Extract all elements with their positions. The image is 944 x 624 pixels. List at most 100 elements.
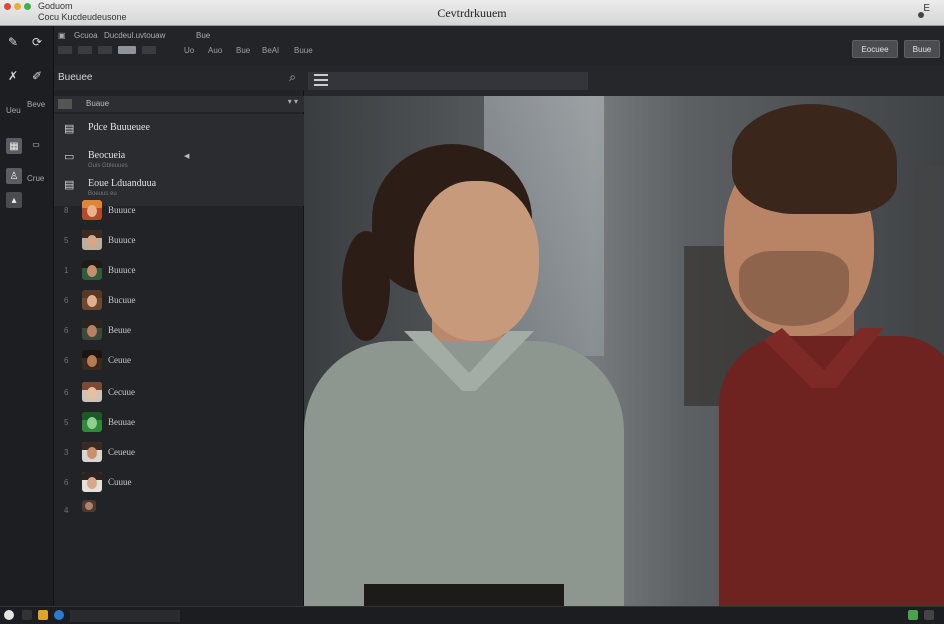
- tool-slot-active[interactable]: [118, 46, 136, 54]
- characters-panel: Bueuee ⌕ Buaue ▾ ▾ ▤ Pdce Buuueuee ▭ Beo…: [54, 66, 304, 606]
- settings-icon[interactable]: [924, 610, 934, 620]
- rail-label: Beve: [27, 100, 46, 109]
- tool-slot[interactable]: [58, 46, 72, 54]
- info-icon[interactable]: [4, 610, 14, 620]
- folder-icon[interactable]: [38, 610, 48, 620]
- warning-icon[interactable]: [22, 610, 32, 620]
- tool-slot[interactable]: [98, 46, 112, 54]
- filter-label: Buaue: [86, 99, 110, 108]
- list-icon: ▤: [64, 179, 75, 191]
- sub-menu-item[interactable]: Auo: [208, 46, 222, 55]
- brush-icon[interactable]: ✎: [4, 34, 22, 50]
- character-name: Beuuae: [108, 417, 135, 427]
- window-title: Cevtrdrkuuem: [437, 6, 507, 20]
- header-button-primary[interactable]: Eocuee: [852, 40, 898, 58]
- row-number: 5: [64, 236, 69, 245]
- pen-icon[interactable]: ✗: [4, 68, 22, 84]
- viewer-toolbar: [304, 66, 944, 96]
- menu-item[interactable]: Gcuoa: [74, 31, 98, 40]
- woman-belt: [364, 584, 564, 606]
- search-icon[interactable]: ⌕: [289, 70, 296, 85]
- character-row[interactable]: 6 Cecuue: [54, 382, 304, 412]
- document-icon: ▤: [64, 123, 75, 135]
- menu-bar: ▣ Gcuoa Ducdeul.uvtouaw Bue Uo Auo Bue B…: [54, 26, 944, 66]
- character-row[interactable]: 4: [54, 500, 304, 530]
- character-row[interactable]: 5 Buuuce: [54, 230, 304, 260]
- character-name: Bucuue: [108, 295, 136, 305]
- sync-icon[interactable]: [54, 610, 64, 620]
- character-row[interactable]: 6 Bucuue: [54, 290, 304, 320]
- arrow-up-icon[interactable]: ▴: [6, 192, 22, 208]
- list-item-sub: Boeuus eu: [88, 191, 117, 197]
- character-row[interactable]: 8 Buuuce: [54, 200, 304, 230]
- folder-icon[interactable]: ✐: [28, 68, 46, 84]
- character-row[interactable]: 3 Ceueue: [54, 442, 304, 472]
- character-row[interactable]: 6 Cuuue: [54, 472, 304, 502]
- user-icon[interactable]: ♙: [6, 168, 22, 184]
- character-row[interactable]: 6 Beuue: [54, 320, 304, 350]
- sub-menu-item[interactable]: BeAl: [262, 46, 279, 55]
- man-beard: [739, 251, 849, 326]
- avatar: [82, 350, 102, 370]
- character-name: Buuuce: [108, 235, 136, 245]
- avatar: [82, 260, 102, 280]
- panel-section: ▤ Pdce Buuueuee ▭ Beocueia Guis Gbleuues…: [54, 114, 304, 206]
- avatar: [82, 230, 102, 250]
- character-name: Ceuue: [108, 355, 131, 365]
- menu-item[interactable]: Bue: [196, 31, 210, 40]
- rail-label: Crue: [27, 174, 45, 183]
- list-item[interactable]: ▤ Eoue Lduanduua Boeuus eu: [54, 170, 304, 198]
- caret-left-icon[interactable]: ◀: [184, 152, 189, 160]
- chevron-down-icon[interactable]: ▾ ▾: [288, 97, 298, 106]
- viewer-tab-strip: [308, 72, 588, 90]
- man-hair: [732, 104, 897, 214]
- list-item-label: Eoue Lduanduua: [88, 178, 157, 189]
- character-row[interactable]: 5 Beuuae: [54, 412, 304, 442]
- status-field[interactable]: [70, 610, 180, 622]
- cursor-icon[interactable]: ⟳: [28, 34, 46, 50]
- list-item-sub: Guis Gbleuues: [88, 163, 128, 169]
- character-name: Beuue: [108, 325, 131, 335]
- row-number: 6: [64, 356, 69, 365]
- menu-item-icon-box[interactable]: ▣: [58, 31, 66, 40]
- row-number: 5: [64, 418, 69, 427]
- tool-slot[interactable]: [78, 46, 92, 54]
- sub-menu-item[interactable]: Buue: [294, 46, 313, 55]
- panel-title: Bueuee: [58, 72, 93, 83]
- status-bar: [0, 606, 944, 624]
- header-button-secondary[interactable]: Buue: [904, 40, 940, 58]
- avatar: [82, 382, 102, 402]
- sub-menu-item[interactable]: Uo: [184, 46, 194, 55]
- grid-icon[interactable]: ▭: [27, 136, 45, 152]
- row-number: 6: [64, 388, 69, 397]
- list-item-label: Beocueia: [88, 150, 126, 161]
- menu-icon[interactable]: [314, 74, 328, 86]
- row-number: 6: [64, 326, 69, 335]
- status-ok-icon[interactable]: [908, 610, 918, 620]
- title-right-label: E: [923, 3, 930, 14]
- row-number: 1: [64, 266, 69, 275]
- list-item[interactable]: ▤ Pdce Buuueuee: [54, 114, 304, 142]
- character-name: Buuuce: [108, 265, 136, 275]
- character-name: Ceueue: [108, 447, 135, 457]
- row-number: 6: [64, 478, 69, 487]
- row-number: 3: [64, 448, 69, 457]
- layers-icon[interactable]: ▦: [6, 138, 22, 154]
- row-number: 4: [64, 506, 69, 515]
- avatar: [82, 472, 102, 492]
- menu-item[interactable]: Ducdeul.uvtouaw: [104, 31, 165, 40]
- avatar: [82, 290, 102, 310]
- row-number: 6: [64, 296, 69, 305]
- list-item-label: Pdce Buuueuee: [88, 122, 150, 133]
- tool-slot[interactable]: [142, 46, 156, 54]
- mini-toolbar: [58, 46, 156, 56]
- character-row[interactable]: 6 Ceuue: [54, 350, 304, 380]
- character-row[interactable]: 1 Buuuce: [54, 260, 304, 290]
- list-item[interactable]: ▭ Beocueia Guis Gbleuues ◀: [54, 142, 304, 170]
- sub-menu-item[interactable]: Bue: [236, 46, 250, 55]
- chat-icon: ▭: [64, 151, 75, 163]
- image-viewer[interactable]: [304, 96, 944, 606]
- panel-filter-row[interactable]: Buaue ▾ ▾: [54, 96, 304, 112]
- character-name: Cecuue: [108, 387, 135, 397]
- character-name: Cuuue: [108, 477, 132, 487]
